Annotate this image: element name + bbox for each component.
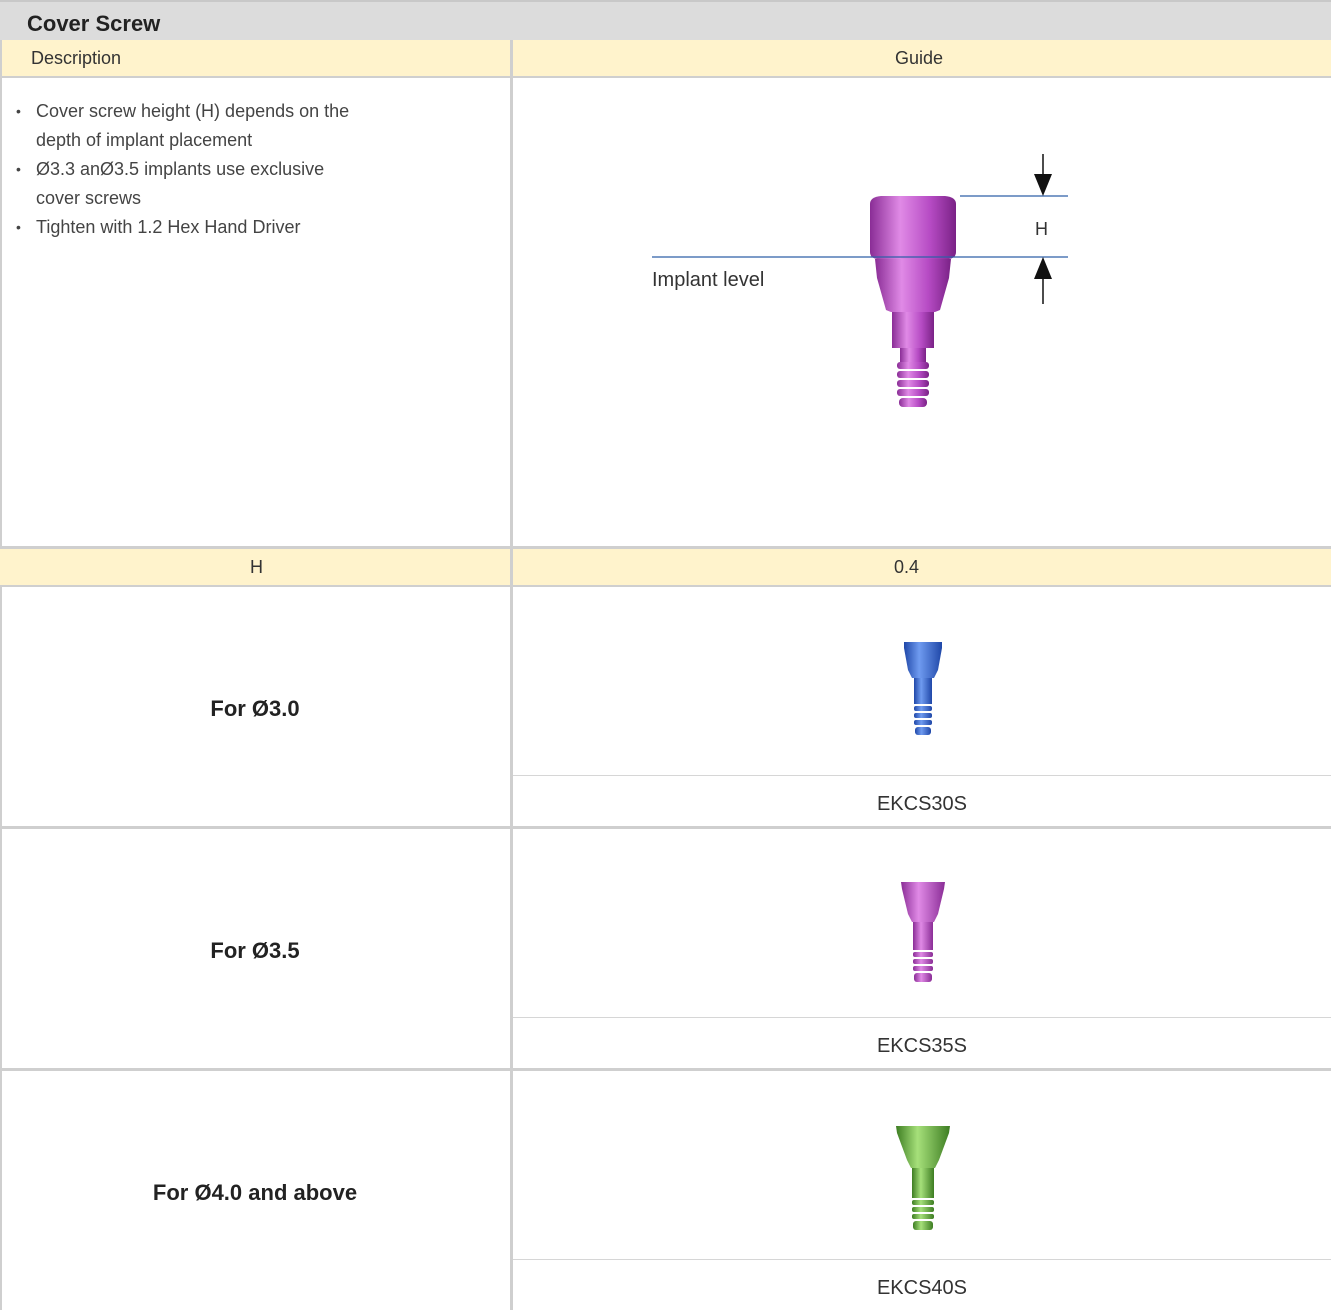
product-image: [898, 880, 948, 993]
row-divider: [513, 1259, 1331, 1260]
title-bar: Cover Screw: [0, 0, 1331, 40]
h-row-value-cell: 0.4: [513, 549, 1331, 587]
header-description: Description: [31, 48, 122, 68]
product-label: For Ø3.5: [210, 938, 300, 963]
row-divider: [0, 826, 1331, 829]
list-item: Ø3.3 anØ3.5 implants use exclusive cover…: [14, 155, 366, 213]
row-divider: [0, 1068, 1331, 1071]
product-code: EKCS30S: [876, 793, 968, 815]
product-label: For Ø3.0: [210, 696, 300, 721]
page-title: Cover Screw: [27, 11, 161, 36]
description-list: Cover screw height (H) depends on the de…: [14, 97, 414, 242]
product-code: EKCS40S: [876, 1277, 968, 1299]
down-arrow-icon: [1034, 174, 1052, 196]
row-divider: [513, 775, 1331, 776]
h-row-value: 0.4: [894, 557, 920, 577]
h-dimension-label: H: [1035, 219, 1048, 239]
product-label: For Ø4.0 and above: [152, 1180, 358, 1205]
cover-screw-green-icon: [896, 1126, 950, 1230]
h-row-label-cell: H: [0, 549, 510, 587]
header-guide: Guide: [895, 48, 944, 68]
cover-screw-blue-icon: [904, 642, 942, 735]
h-row-label: H: [250, 557, 263, 577]
list-item: Tighten with 1.2 Hex Hand Driver: [14, 213, 414, 242]
cover-screw-purple-icon: [901, 882, 945, 982]
row-divider: [513, 1017, 1331, 1018]
screw-head: [870, 196, 956, 259]
cover-screw-diagram: [652, 154, 1068, 407]
guide-diagram: H Implant level: [513, 80, 1331, 546]
screw-shank: [892, 312, 934, 348]
implant-level-label: Implant level: [652, 269, 765, 291]
product-image: [898, 640, 948, 745]
table-header: Description Guide: [0, 40, 1331, 78]
list-item: Cover screw height (H) depends on the de…: [14, 97, 396, 155]
product-image: [893, 1122, 953, 1239]
up-arrow-icon: [1034, 257, 1052, 279]
product-code: EKCS35S: [876, 1035, 968, 1057]
screw-thread: [897, 362, 929, 407]
table-left-border: [0, 40, 2, 1310]
screw-body: [875, 259, 951, 312]
